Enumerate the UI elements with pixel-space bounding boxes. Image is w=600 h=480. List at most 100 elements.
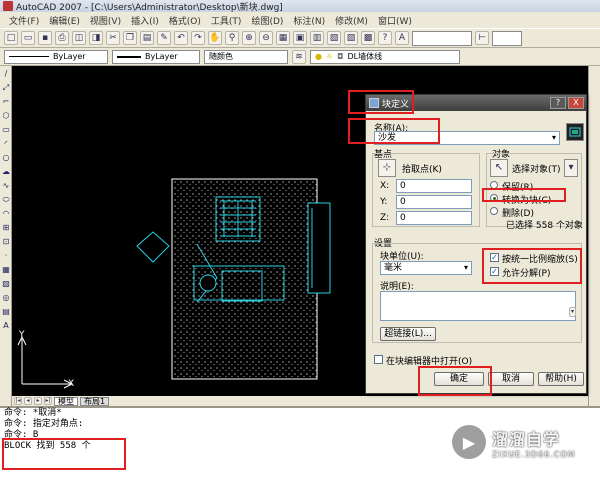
z-coordinate-input[interactable]: 0 xyxy=(396,211,472,225)
block-preview-icon xyxy=(566,123,584,141)
menu-tools[interactable]: 工具(T) xyxy=(206,14,247,27)
lineweight-sample xyxy=(117,55,141,58)
cancel-button[interactable]: 取消 xyxy=(488,372,534,386)
toolpalette-icon[interactable]: ▥ xyxy=(310,31,324,45)
z-label: Z: xyxy=(380,213,390,223)
ellipse-arc-tool-icon[interactable]: ◠ xyxy=(1,207,11,220)
table-tool-icon[interactable]: ▤ xyxy=(1,305,11,318)
linetype-combo[interactable]: ByLayer xyxy=(4,49,108,64)
help-icon[interactable]: ? xyxy=(378,31,392,45)
menu-dimension[interactable]: 标注(N) xyxy=(288,14,330,27)
arc-tool-icon[interactable]: ◜ xyxy=(1,137,11,150)
layer-on-icon: ● xyxy=(315,51,322,61)
block-unit-select[interactable]: 毫米 ▾ xyxy=(380,261,472,275)
sheetset-icon[interactable]: ▧ xyxy=(327,31,341,45)
layer-manager-icon[interactable]: ≋ xyxy=(292,49,306,64)
ucs-y-label: Y xyxy=(19,330,25,340)
description-textarea[interactable] xyxy=(380,291,576,321)
make-block-icon[interactable]: ⊡ xyxy=(1,235,11,248)
tab-last-icon[interactable]: ▸| xyxy=(44,397,52,405)
highlight-convert-to-block xyxy=(482,188,566,202)
menu-draw[interactable]: 绘图(D) xyxy=(246,14,288,27)
circle-tool-icon[interactable]: ○ xyxy=(1,151,11,164)
lineweight-value: ByLayer xyxy=(145,51,178,61)
plotstyle-combo[interactable]: 随颜色 xyxy=(204,49,288,64)
ellipse-tool-icon[interactable]: ⬭ xyxy=(1,193,11,206)
line-tool-icon[interactable]: / xyxy=(1,67,11,80)
delete-radio[interactable] xyxy=(490,207,498,215)
select-objects-icon[interactable]: ↖ xyxy=(490,159,508,177)
help-button[interactable]: 帮助(H) xyxy=(538,372,584,386)
spline-tool-icon[interactable]: ∿ xyxy=(1,179,11,192)
text-style-combo[interactable] xyxy=(412,30,472,46)
x-coordinate-input[interactable]: 0 xyxy=(396,179,472,193)
play-logo-icon: ▶ xyxy=(452,425,486,459)
polyline-tool-icon[interactable]: ⌐ xyxy=(1,95,11,108)
close-button[interactable]: X xyxy=(568,97,584,109)
markup-icon[interactable]: ▨ xyxy=(344,31,358,45)
plot-icon[interactable]: ⎙ xyxy=(55,31,69,45)
pan-icon[interactable]: ✋ xyxy=(208,31,222,45)
lineweight-combo[interactable]: ByLayer xyxy=(112,49,200,64)
y-coordinate-input[interactable]: 0 xyxy=(396,195,472,209)
xline-tool-icon[interactable]: ⤢ xyxy=(1,81,11,94)
highlight-block-name xyxy=(348,118,440,144)
dim-style-icon[interactable]: ⊢ xyxy=(475,31,489,45)
command-line: 命令: *取消* xyxy=(4,408,62,418)
region-tool-icon[interactable]: ◎ xyxy=(1,291,11,304)
dim-style-combo[interactable] xyxy=(492,30,522,46)
menu-file[interactable]: 文件(F) xyxy=(4,14,44,27)
preview-icon[interactable]: ◫ xyxy=(72,31,86,45)
tab-first-icon[interactable]: |◂ xyxy=(14,397,22,405)
furniture-block xyxy=(136,178,331,380)
paste-icon[interactable]: ▤ xyxy=(140,31,154,45)
hyperlink-button[interactable]: 超链接(L)... xyxy=(380,327,436,341)
designcenter-icon[interactable]: ▣ xyxy=(293,31,307,45)
tab-model[interactable]: 模型 xyxy=(54,396,78,406)
menu-edit[interactable]: 编辑(E) xyxy=(44,14,85,27)
insert-block-icon[interactable]: ⊞ xyxy=(1,221,11,234)
match-properties-icon[interactable]: ✎ xyxy=(157,31,171,45)
linetype-value: ByLayer xyxy=(53,51,86,61)
copy-icon[interactable]: ❐ xyxy=(123,31,137,45)
save-icon[interactable]: ▪ xyxy=(38,31,52,45)
tab-prev-icon[interactable]: ◂ xyxy=(24,397,32,405)
rectangle-tool-icon[interactable]: ▭ xyxy=(1,123,11,136)
undo-icon[interactable]: ↶ xyxy=(174,31,188,45)
text-style-icon[interactable]: A xyxy=(395,31,409,45)
new-file-icon[interactable]: □ xyxy=(4,31,18,45)
cut-icon[interactable]: ✂ xyxy=(106,31,120,45)
zoom-icon[interactable]: ⚲ xyxy=(225,31,239,45)
standard-toolbar: □ ▭ ▪ ⎙ ◫ ◨ ✂ ❐ ▤ ✎ ↶ ↷ ✋ ⚲ ⊕ ⊖ ▦ ▣ ▥ ▧ … xyxy=(0,28,600,48)
zoom-window-icon[interactable]: ⊕ xyxy=(242,31,256,45)
tab-next-icon[interactable]: ▸ xyxy=(34,397,42,405)
menu-insert[interactable]: 插入(I) xyxy=(126,14,164,27)
tab-layout1[interactable]: 布局1 xyxy=(80,396,110,406)
zoom-previous-icon[interactable]: ⊖ xyxy=(259,31,273,45)
layer-thaw-icon: ☼ xyxy=(325,51,334,61)
menu-window[interactable]: 窗口(W) xyxy=(373,14,417,27)
quick-select-icon[interactable]: ▾ xyxy=(564,159,578,177)
polygon-tool-icon[interactable]: ⬡ xyxy=(1,109,11,122)
calculator-icon[interactable]: ▩ xyxy=(361,31,375,45)
highlight-settings-checkboxes xyxy=(482,248,582,284)
gradient-tool-icon[interactable]: ▧ xyxy=(1,277,11,290)
redo-icon[interactable]: ↷ xyxy=(191,31,205,45)
revcloud-tool-icon[interactable]: ☁ xyxy=(1,165,11,178)
scroll-down-icon[interactable]: ▾ xyxy=(569,307,576,317)
vertical-scrollbar[interactable] xyxy=(588,66,600,406)
open-file-icon[interactable]: ▭ xyxy=(21,31,35,45)
highlight-command-output xyxy=(2,438,126,470)
properties-icon[interactable]: ▦ xyxy=(276,31,290,45)
open-in-editor-checkbox[interactable] xyxy=(374,355,383,364)
menu-format[interactable]: 格式(O) xyxy=(164,14,206,27)
mtext-tool-icon[interactable]: A xyxy=(1,319,11,332)
menu-view[interactable]: 视图(V) xyxy=(85,14,126,27)
publish-icon[interactable]: ◨ xyxy=(89,31,103,45)
menu-modify[interactable]: 修改(M) xyxy=(330,14,373,27)
pick-point-icon[interactable]: ⊹ xyxy=(378,159,396,177)
point-tool-icon[interactable]: · xyxy=(1,249,11,262)
hatch-tool-icon[interactable]: ▦ xyxy=(1,263,11,276)
help-title-button[interactable]: ? xyxy=(550,97,566,109)
layer-combo[interactable]: ● ☼ ◘ DL墙体线 xyxy=(310,49,460,64)
